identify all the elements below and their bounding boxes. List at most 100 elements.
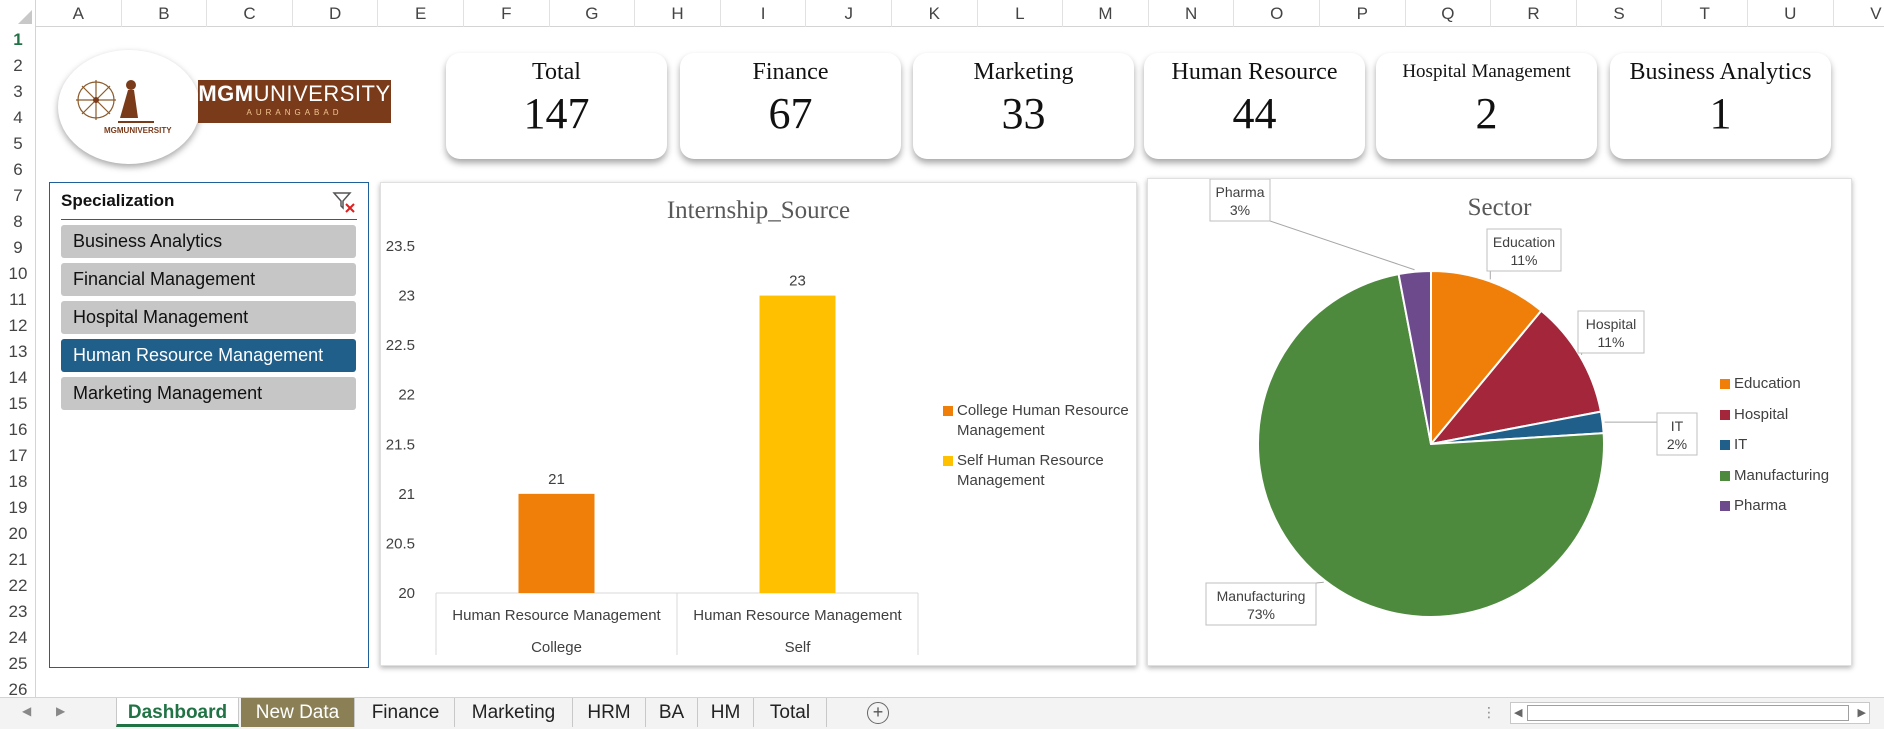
tab-finance[interactable]: Finance [357,698,455,727]
row-header-1[interactable]: 1 [0,27,36,53]
column-header-m[interactable]: M [1063,0,1149,27]
row-header-9[interactable]: 9 [0,235,36,261]
row-header-20[interactable]: 20 [0,521,36,547]
row-header-18[interactable]: 18 [0,469,36,495]
column-header-i[interactable]: I [721,0,807,27]
next-sheet-icon[interactable]: ▶ [56,704,65,718]
legend-swatch [1720,501,1730,511]
column-header-r[interactable]: R [1491,0,1577,27]
row-header-15[interactable]: 15 [0,391,36,417]
add-sheet-icon[interactable]: + [867,702,889,724]
legend-swatch [1720,379,1730,389]
tab-hrm[interactable]: HRM [573,698,646,727]
internship-source-chart[interactable]: Internship_Source 20 20.5 21 21.5 22 22.5 23 23… [380,182,1137,666]
row-header-13[interactable]: 13 [0,339,36,365]
kpi-title: Business Analytics [1629,59,1812,85]
slicer-item-marketing-management[interactable]: Marketing Management [61,377,356,410]
slicer-item-human-resource-management[interactable]: Human Resource Management [61,339,356,372]
kpi-value: 2 [1475,89,1498,138]
column-header-s[interactable]: S [1577,0,1663,27]
kpi-card-marketing: Marketing 33 [913,53,1134,159]
column-header-n[interactable]: N [1149,0,1235,27]
column-header-j[interactable]: J [806,0,892,27]
column-header-c[interactable]: C [207,0,293,27]
filter-clear-icon[interactable] [332,191,356,213]
column-header-t[interactable]: T [1662,0,1748,27]
scroll-right-icon[interactable]: ▶ [1858,706,1866,719]
column-header-d[interactable]: D [293,0,379,27]
y-tick-label: 22 [398,387,415,404]
legend-swatch [1720,440,1730,450]
scroll-left-icon[interactable]: ◀ [1514,706,1522,719]
horizontal-scrollbar[interactable]: ◀ ▶ [1510,702,1870,724]
row-header-8[interactable]: 8 [0,209,36,235]
row-header-10[interactable]: 10 [0,261,36,287]
select-all-corner[interactable] [0,0,36,27]
row-header-2[interactable]: 2 [0,53,36,79]
column-header-k[interactable]: K [892,0,978,27]
scrollbar-thumb[interactable] [1527,705,1849,721]
row-header-19[interactable]: 19 [0,495,36,521]
bar-data-label: 21 [548,471,565,488]
tab-dashboard[interactable]: Dashboard [116,698,239,727]
x-category-label: College [531,639,582,656]
column-header-e[interactable]: E [378,0,464,27]
tab-ba[interactable]: BA [646,698,698,727]
column-header-g[interactable]: G [550,0,636,27]
column-header-v[interactable]: V [1834,0,1884,27]
row-header-4[interactable]: 4 [0,105,36,131]
column-header-l[interactable]: L [978,0,1064,27]
tab-new-data[interactable]: New Data [241,698,355,727]
specialization-slicer: Specialization Business Analytics Financ… [49,182,369,668]
kpi-title: Human Resource [1171,59,1338,85]
tab-marketing[interactable]: Marketing [455,698,573,727]
column-header-o[interactable]: O [1234,0,1320,27]
legend-swatch [943,456,953,466]
tab-total[interactable]: Total [754,698,827,727]
bar-college[interactable] [518,493,595,593]
row-header-7[interactable]: 7 [0,183,36,209]
row-header-5[interactable]: 5 [0,131,36,157]
column-header-u[interactable]: U [1748,0,1834,27]
row-header-17[interactable]: 17 [0,443,36,469]
row-header-6[interactable]: 6 [0,157,36,183]
callout-percent: 11% [1511,252,1538,268]
tab-splitter-icon[interactable]: ⋮ [1482,704,1496,721]
column-header-a[interactable]: A [36,0,122,27]
row-header-21[interactable]: 21 [0,547,36,573]
logo-city: AURANGABAD [246,108,343,117]
logo-name-light: UNIVERSITY [253,81,391,106]
row-header-22[interactable]: 22 [0,573,36,599]
sector-chart[interactable]: Sector Education 11% Hospital 11% IT 2% Manufa… [1147,178,1852,666]
kpi-title: Hospital Management [1402,61,1571,82]
prev-sheet-icon[interactable]: ◀ [22,704,31,718]
callout-category: IT [1671,418,1684,434]
slicer-item-business-analytics[interactable]: Business Analytics [61,225,356,258]
column-header-h[interactable]: H [635,0,721,27]
row-header-25[interactable]: 25 [0,651,36,677]
bar-self[interactable] [759,295,836,593]
row-header-11[interactable]: 11 [0,287,36,313]
column-header-q[interactable]: Q [1406,0,1492,27]
column-header-f[interactable]: F [464,0,550,27]
tab-hm[interactable]: HM [698,698,754,727]
callout-percent: 11% [1598,334,1625,350]
y-tick-label: 20.5 [386,535,415,552]
row-header-3[interactable]: 3 [0,79,36,105]
row-header-23[interactable]: 23 [0,599,36,625]
row-header-24[interactable]: 24 [0,625,36,651]
row-header-16[interactable]: 16 [0,417,36,443]
y-tick-label: 23.5 [386,238,415,255]
row-header-12[interactable]: 12 [0,313,36,339]
leader-line [1269,220,1415,271]
column-header-b[interactable]: B [122,0,208,27]
sheet-tab-bar: ◀ ▶ Dashboard New Data Finance Marketing… [0,697,1884,729]
kpi-card-total: Total 147 [446,53,667,159]
x-subcategory-label: Human Resource Management [452,607,661,624]
emblem-icon [76,80,154,123]
column-header-p[interactable]: P [1320,0,1406,27]
slicer-item-hospital-management[interactable]: Hospital Management [61,301,356,334]
slicer-item-financial-management[interactable]: Financial Management [61,263,356,296]
row-header-14[interactable]: 14 [0,365,36,391]
callout-category: Hospital [1586,316,1637,332]
